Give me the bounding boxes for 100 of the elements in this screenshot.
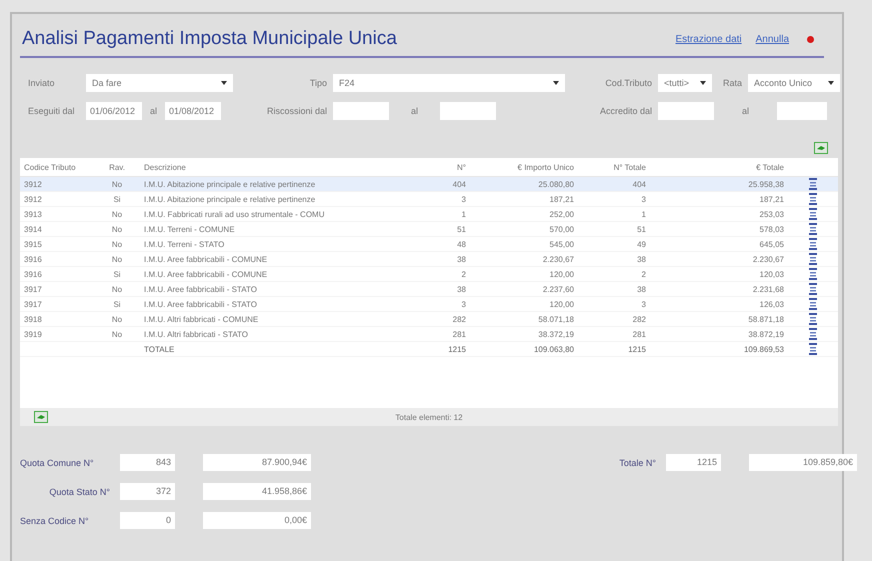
column-header[interactable]: Codice Tributo (20, 162, 94, 172)
table-row[interactable]: 3916 No I.M.U. Aree fabbricabili - COMUNE 38 2.230,67 38 2.230,67 (20, 252, 838, 267)
count-cell-text: 281 (452, 330, 467, 338)
amount-cell-text: 109.063,80 (532, 344, 575, 354)
total-amount-cell-text: 578,03 (758, 224, 785, 234)
dropdown-arrow-icon[interactable] (828, 81, 834, 85)
total-amount-cell-text: 645,05 (758, 240, 785, 248)
date-field[interactable] (440, 102, 496, 120)
tributo-code-cell-text: 3914 (23, 224, 43, 234)
count-cell-text: 3 (460, 194, 467, 204)
field-label: al (150, 106, 158, 116)
dropdown-arrow-icon[interactable] (700, 81, 706, 85)
table-row[interactable]: 3912 No I.M.U. Abitazione principale e relative pertinenze 404 25.080,80 404 25.958,38 (20, 177, 838, 192)
dropdown-arrow-icon[interactable] (221, 81, 227, 85)
description-cell-text: I.M.U. Abitazione principale e relative pertinenze (143, 180, 316, 188)
count-cell-text: 2 (460, 270, 467, 278)
total-count-cell-text: 38 (636, 254, 647, 264)
summary-label: Quota Comune N° (20, 458, 95, 468)
tributo-code-cell-text: 3916 (23, 270, 43, 278)
close-icon[interactable] (807, 36, 814, 42)
dropdown-arrow-icon[interactable] (553, 81, 559, 85)
date-field[interactable]: 01/08/2012 (165, 102, 222, 120)
total-count-cell-text: 49 (636, 240, 647, 248)
table-row[interactable]: 3918 No I.M.U. Altri fabbricati - COMUNE 282 58.071,18 282 58.871,18 (20, 312, 838, 327)
tributo-code-cell-text: 3919 (23, 330, 43, 338)
table-row[interactable]: 3913 No I.M.U. Fabbricati rurali ad uso strumentale - COMU 1 252,00 1 253,03 (20, 207, 838, 222)
tipo-dropdown[interactable]: F24 (333, 74, 565, 92)
amount-cell-text: 2.230,67 (542, 254, 575, 264)
column-header[interactable]: Descrizione (140, 162, 410, 172)
column-header[interactable]: N° (410, 162, 470, 172)
description-cell-text: I.M.U. Fabbricati rurali ad uso strumentale - COMU (143, 210, 326, 218)
description-cell-text: I.M.U. Terreni - COMUNE (143, 224, 236, 234)
count-cell-text: 1 (460, 210, 467, 218)
amount-cell-text: 120,00 (548, 300, 575, 308)
total-count-cell-text: 281 (632, 330, 647, 338)
field-label: Rata (722, 78, 743, 88)
column-header[interactable]: € Totale (650, 162, 788, 172)
tributo-code-cell-text: 3917 (23, 300, 43, 308)
header-link[interactable]: Estrazione dati (675, 34, 742, 44)
field-label: Cod.Tributo (604, 78, 653, 88)
amount-cell-text: 570,00 (548, 224, 575, 234)
summary-label: Senza Codice N° (20, 516, 90, 526)
column-header[interactable]: Rav. (94, 162, 140, 172)
date-field[interactable] (658, 102, 714, 120)
tributo-code-cell-text: 3918 (23, 314, 43, 324)
count-cell-text: 282 (452, 314, 467, 324)
table-row[interactable]: 3912 Si I.M.U. Abitazione principale e relative pertinenze 3 187,21 3 187,21 (20, 192, 838, 207)
header-link[interactable]: Annulla (756, 34, 789, 44)
field-label: al (411, 106, 418, 116)
total-count-cell-text: 282 (632, 314, 647, 324)
field-label: Riscossioni dal (266, 106, 328, 116)
count-cell-text: 3 (460, 300, 467, 308)
table-row[interactable]: TOTALE 1215 109.063,80 1215 109.869,53 (20, 342, 838, 357)
total-amount-cell-text: 120,03 (758, 270, 785, 278)
total-count-cell-text: 404 (632, 180, 647, 188)
table-row[interactable]: 3914 No I.M.U. Terreni - COMUNE 51 570,00 51 578,03 (20, 222, 838, 237)
total-amount-cell-text: 2.231,68 (752, 284, 785, 294)
total-count-cell-text: 1215 (627, 344, 647, 354)
count-field: 1215 (666, 454, 721, 471)
total-amount-cell-text: 25.958,38 (747, 180, 785, 188)
total-count-cell-text: 51 (636, 224, 647, 234)
count-cell-text: 1215 (447, 344, 467, 354)
rav-cell-text: No (110, 254, 124, 264)
column-header[interactable]: € Importo Unico (470, 162, 578, 172)
rav-cell-text: No (110, 284, 124, 294)
column-header[interactable]: N° Totale (578, 162, 650, 172)
field-label: Accredito dal (598, 106, 653, 116)
amount-cell-text: 545,00 (548, 240, 575, 248)
count-field: 843 (120, 454, 175, 471)
inviato-dropdown[interactable]: Da fare (86, 74, 233, 92)
total-count-cell-text: 3 (640, 194, 647, 204)
count-cell-text: 48 (456, 240, 467, 248)
rav-cell-text: No (110, 314, 124, 324)
summary-label: Totale N° (618, 458, 657, 468)
table-row[interactable]: 3919 No I.M.U. Altri fabbricati - STATO 281 38.372,19 281 38.872,19 (20, 327, 838, 342)
date-field[interactable] (333, 102, 389, 120)
description-cell-text: I.M.U. Aree fabbricabili - COMUNE (143, 254, 268, 264)
export-icon[interactable] (34, 411, 48, 423)
tributo-code-cell-text: 3913 (23, 210, 43, 218)
rav-cell-text: Si (112, 300, 122, 308)
date-field[interactable]: 01/06/2012 (86, 102, 142, 120)
table-row[interactable]: 3915 No I.M.U. Terreni - STATO 48 545,00 49 645,05 (20, 237, 838, 252)
page-title: Analisi Pagamenti Imposta Municipale Unica (22, 28, 398, 50)
count-cell-text: 51 (456, 224, 467, 234)
rata-dropdown[interactable]: Acconto Unico (748, 74, 840, 92)
description-cell-text: I.M.U. Aree fabbricabili - COMUNE (143, 270, 268, 278)
rav-cell-text: No (110, 210, 124, 218)
amount-field: 87.900,94€ (203, 454, 311, 471)
tributo-code-cell-text: 3917 (23, 284, 43, 294)
amount-cell-text: 58.071,18 (537, 314, 575, 324)
table-row[interactable]: 3917 No I.M.U. Aree fabbricabili - STATO 38 2.237,60 38 2.231,68 (20, 282, 838, 297)
table-row[interactable]: 3916 Si I.M.U. Aree fabbricabili - COMUNE 2 120,00 2 120,03 (20, 267, 838, 282)
field-label: Tipo (308, 78, 328, 88)
tributo-dropdown[interactable]: <tutti> (658, 74, 712, 92)
table-row[interactable]: 3917 Si I.M.U. Aree fabbricabili - STATO 3 120,00 3 126,03 (20, 297, 838, 312)
date-field[interactable] (777, 102, 828, 120)
field-label: Inviato (28, 78, 56, 88)
amount-field: 41.958,86€ (203, 483, 311, 500)
description-cell-text: I.M.U. Altri fabbricati - COMUNE (143, 314, 260, 324)
export-icon[interactable] (814, 142, 828, 154)
